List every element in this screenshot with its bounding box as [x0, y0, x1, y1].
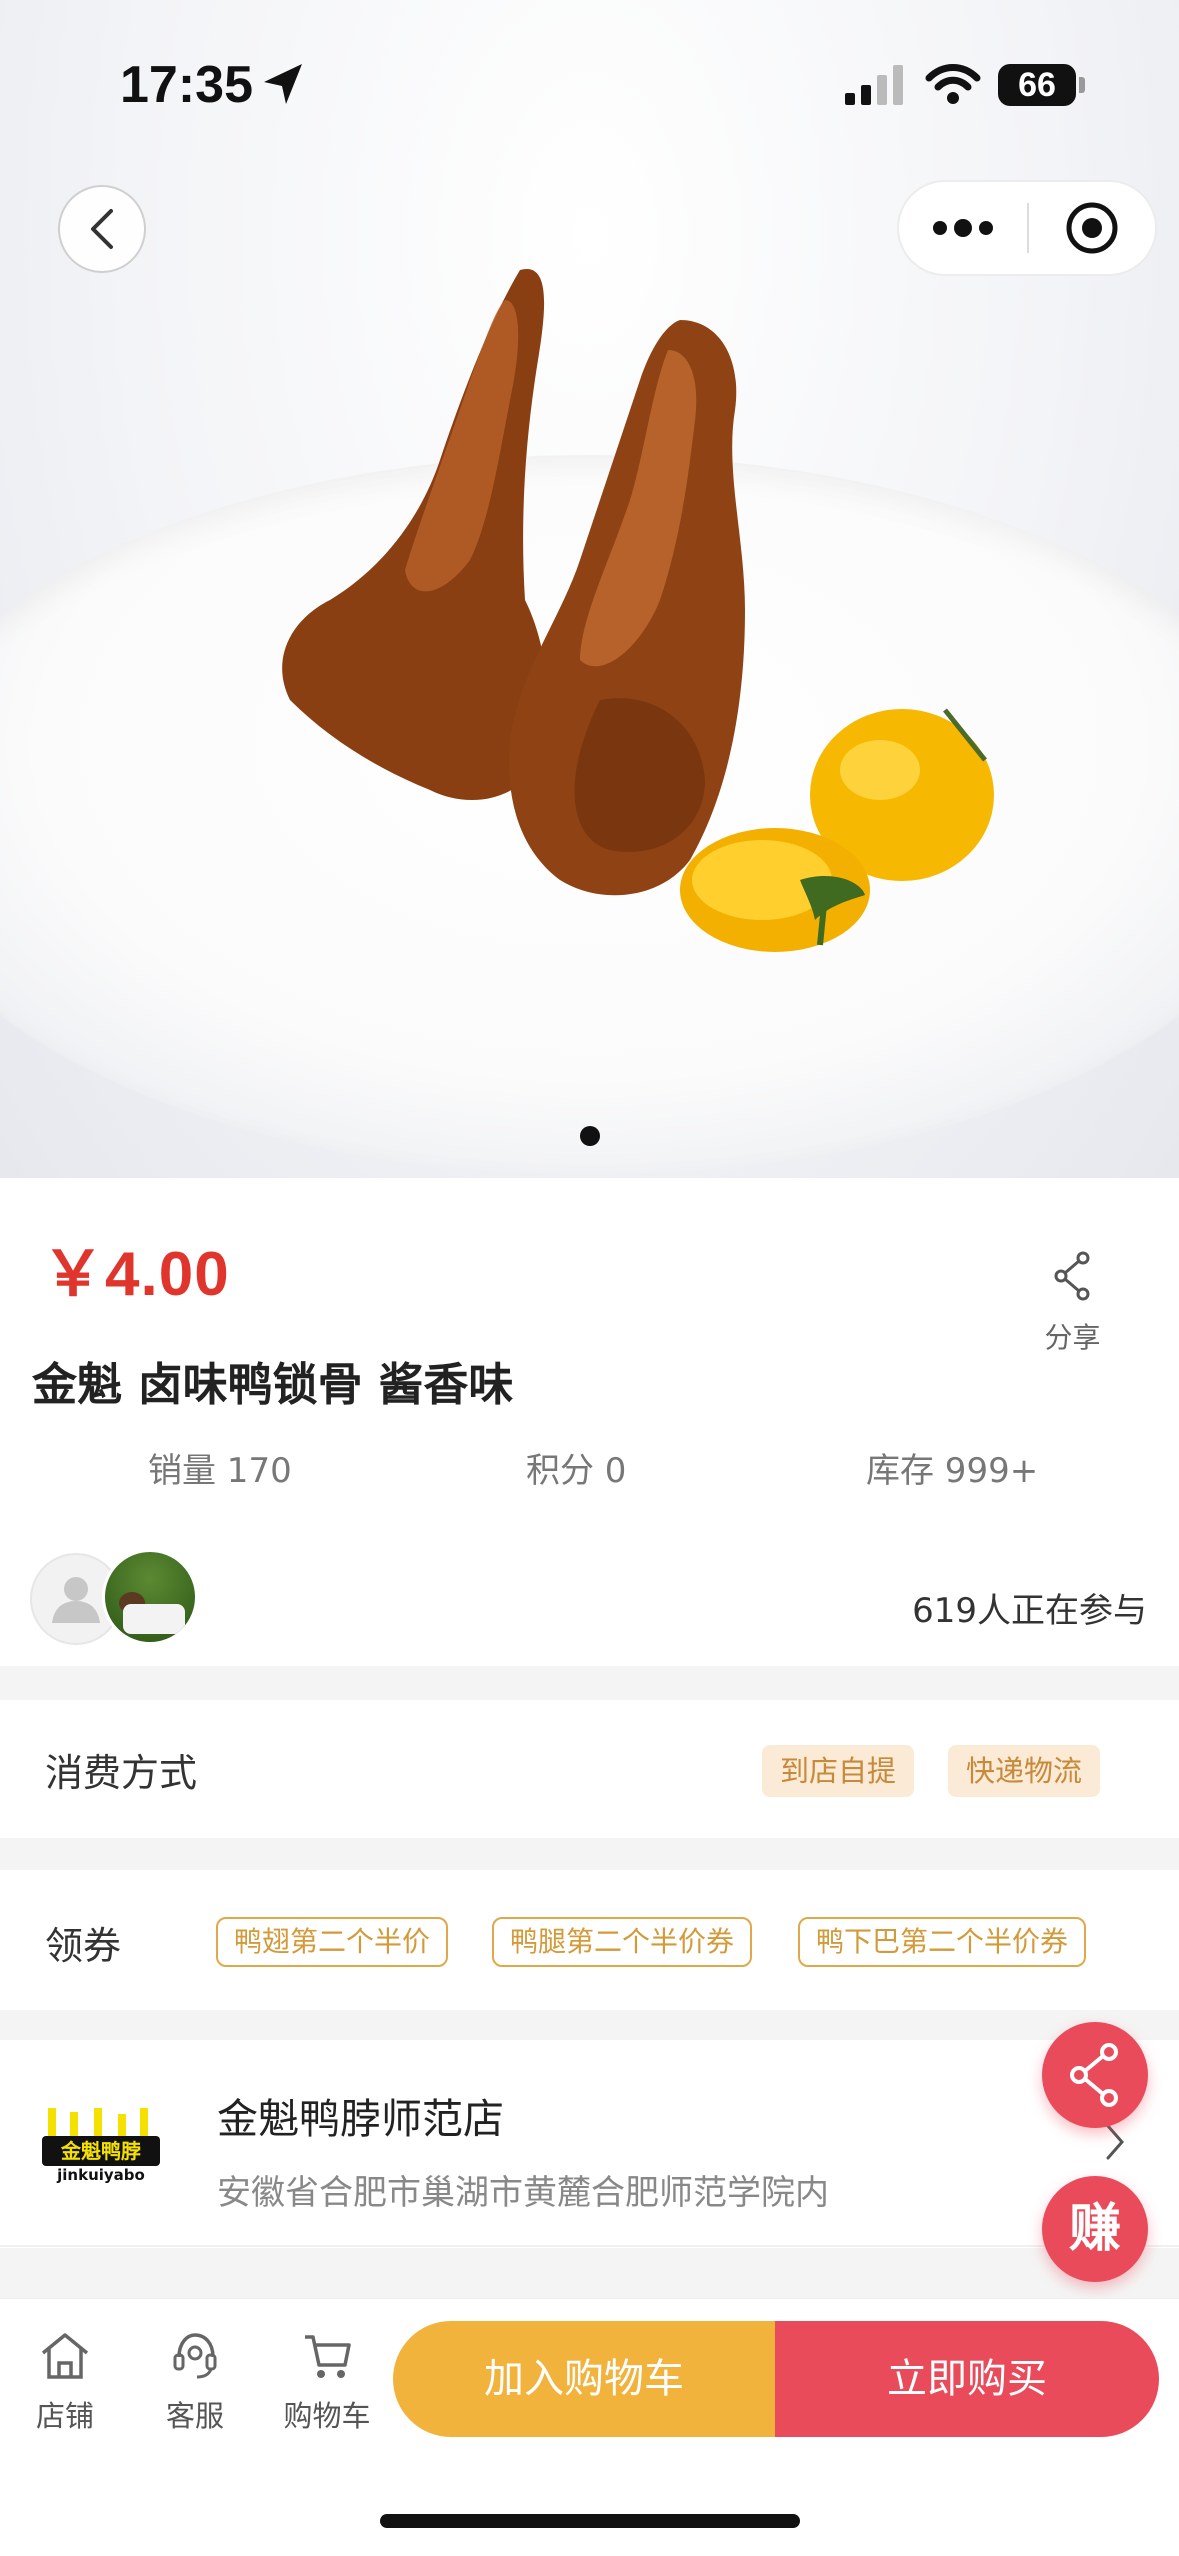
close-mini-program-button[interactable]	[1029, 182, 1155, 274]
floating-earn-button[interactable]: 赚	[1042, 2176, 1148, 2282]
buy-now-button[interactable]: 立即购买	[775, 2321, 1159, 2437]
cellular-signal-icon	[845, 65, 903, 105]
tab-shop-label: 店铺	[35, 2399, 94, 2433]
add-to-cart-button[interactable]: 加入购物车	[393, 2321, 775, 2437]
store-name: 金魁鸭脖师范店	[217, 2095, 504, 2143]
option-pickup[interactable]: 到店自提	[762, 1745, 915, 1797]
option-delivery[interactable]: 快递物流	[948, 1745, 1101, 1797]
coupon-row: 领券 鸭翅第二个半价 鸭腿第二个半价券 鸭下巴第二个半价券	[0, 1870, 1179, 2010]
product-title: 金魁 卤味鸭锁骨 酱香味	[32, 1358, 514, 1411]
wifi-icon	[925, 64, 981, 104]
more-button[interactable]	[899, 182, 1027, 274]
more-dots-icon	[933, 219, 993, 237]
stock: 库存 999+	[866, 1451, 1039, 1491]
chevron-left-icon	[91, 209, 113, 249]
consumption-mode-label: 消费方式	[45, 1751, 198, 1795]
store-logo-text: 金魁鸭脖	[60, 2139, 141, 2163]
product-stats: 销量 170 积分 0 库存 999+	[0, 1443, 1179, 1503]
tab-shop[interactable]: 店铺	[10, 2331, 120, 2435]
back-button[interactable]	[58, 185, 146, 273]
floating-share-button[interactable]	[1042, 2022, 1148, 2128]
coupon-item[interactable]: 鸭翅第二个半价	[216, 1917, 449, 1967]
target-circle-icon	[1066, 202, 1118, 254]
product-image[interactable]: 17:35 66	[0, 0, 1179, 1178]
food-illustration	[282, 268, 994, 952]
customer-service-icon	[173, 2333, 217, 2379]
store-card[interactable]: 金魁鸭脖 jinkuiyabo 金魁鸭脖师范店 安徽省合肥市巢湖市黄麓合肥师范学…	[0, 2040, 1179, 2248]
store-logo-subtext: jinkuiyabo	[56, 2166, 145, 2184]
participant-avatars	[30, 1549, 210, 1649]
divider	[0, 2245, 1179, 2247]
coupon-item[interactable]: 鸭下巴第二个半价券	[798, 1917, 1087, 1967]
share-label: 分享	[1044, 1321, 1101, 1354]
cart-icon	[305, 2335, 351, 2378]
tab-customer-service-label: 客服	[165, 2399, 224, 2433]
product-price: ￥4.00	[42, 1240, 230, 1309]
default-user-icon	[52, 1577, 100, 1623]
location-arrow-icon	[264, 64, 302, 104]
shop-icon	[41, 2333, 89, 2379]
product-info: ￥4.00 分享 金魁 卤味鸭锁骨 酱香味 销量 170 积分 0 库存 999…	[0, 1178, 1179, 1666]
coupon-item[interactable]: 鸭腿第二个半价券	[492, 1917, 753, 1967]
points: 积分 0	[526, 1451, 627, 1491]
home-indicator[interactable]	[380, 2514, 800, 2528]
tab-customer-service[interactable]: 客服	[140, 2331, 250, 2435]
coupon-label: 领券	[45, 1924, 122, 1968]
share-icon	[1070, 2043, 1118, 2107]
avatar	[102, 1549, 198, 1645]
sales-count: 销量 170	[148, 1451, 292, 1491]
chevron-right-icon	[1106, 2124, 1124, 2160]
battery-icon: 66	[998, 64, 1076, 106]
product-detail-page: 17:35 66 ￥4.00 分享 金魁 卤味鸭锁骨 酱香味 销量 170 积分…	[0, 0, 1179, 2556]
store-logo: 金魁鸭脖 jinkuiyabo	[42, 2108, 160, 2184]
store-address: 安徽省合肥市巢湖市黄麓合肥师范学院内	[217, 2173, 829, 2213]
battery-tip	[1079, 77, 1085, 93]
tab-cart-label: 购物车	[283, 2399, 371, 2433]
status-time: 17:35	[120, 56, 253, 114]
carousel-indicator[interactable]	[580, 1126, 600, 1146]
share-icon	[1054, 1251, 1089, 1301]
participants-count: 619人正在参与	[912, 1591, 1147, 1631]
tab-cart[interactable]: 购物车	[272, 2331, 382, 2435]
share-button[interactable]: 分享	[1025, 1250, 1120, 1356]
mini-program-capsule	[897, 180, 1157, 276]
consumption-mode-row: 消费方式 到店自提 快递物流	[0, 1700, 1179, 1838]
status-bar: 17:35 66	[0, 0, 1179, 170]
